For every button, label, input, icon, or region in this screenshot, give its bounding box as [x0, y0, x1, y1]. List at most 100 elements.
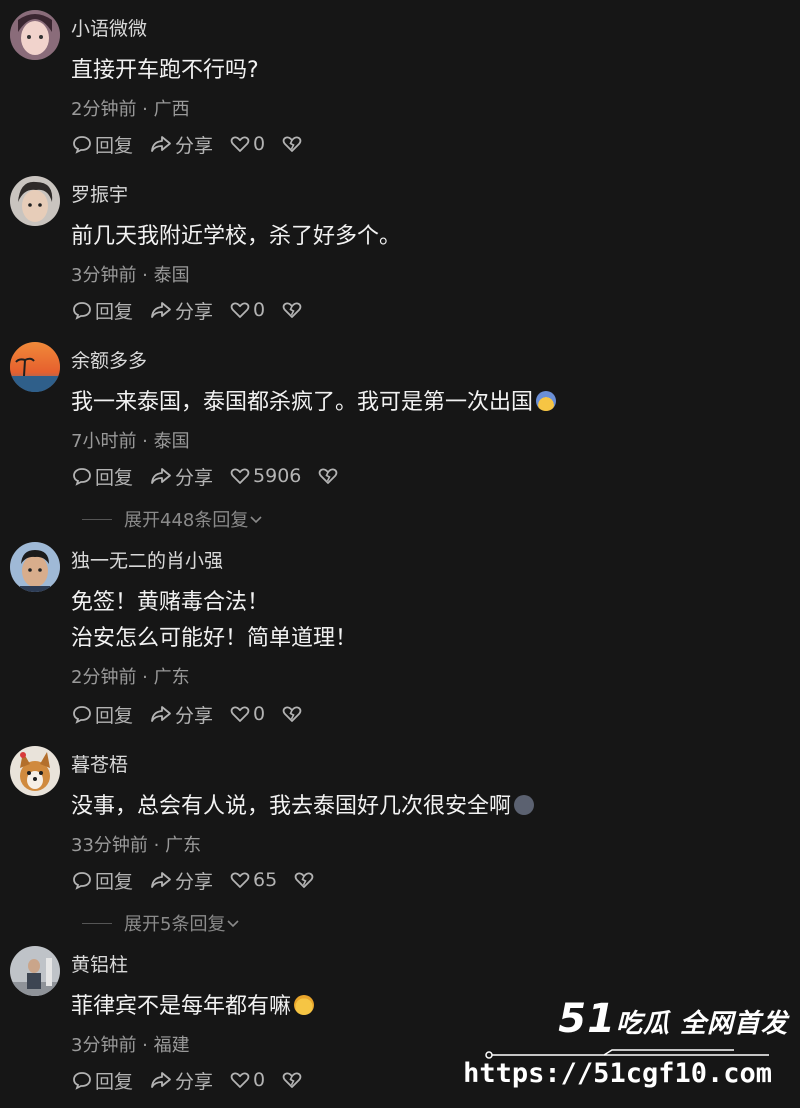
share-arrow-icon: [151, 468, 171, 484]
dislike-button[interactable]: [281, 703, 305, 725]
avatar[interactable]: [10, 10, 60, 60]
share-button[interactable]: 分享: [149, 867, 213, 894]
share-label: 分享: [175, 704, 214, 727]
divider: [82, 518, 112, 520]
comment-text: 菲律宾不是每年都有嘛: [71, 988, 315, 1020]
dislike-button[interactable]: [281, 299, 305, 321]
reply-label: 回复: [95, 1070, 134, 1093]
like-button[interactable]: 0: [229, 299, 265, 321]
share-arrow-icon: [151, 302, 171, 318]
comment-text: 我一来泰国，泰国都杀疯了。我可是第一次出国: [71, 384, 557, 416]
reply-label: 回复: [95, 870, 134, 893]
comment-text-body: 没事，总会有人说，我去泰国好几次很安全啊: [71, 794, 512, 819]
scared-face-emoji-icon: [536, 391, 557, 411]
reply-button[interactable]: 回复: [71, 701, 133, 728]
reply-button[interactable]: 回复: [71, 1067, 133, 1094]
avatar[interactable]: [10, 542, 60, 592]
comment-meta: 33分钟前 · 广东: [71, 835, 202, 856]
expand-replies-label: 展开448条回复: [124, 510, 249, 531]
comment-meta: 2分钟前 · 广东: [71, 667, 190, 688]
like-button[interactable]: 0: [229, 133, 265, 155]
like-count: 65: [253, 869, 278, 891]
watermark-brand-number: 51: [558, 996, 616, 1042]
watermark: 51吃瓜 全网首发 https://51cgf10.com: [463, 996, 792, 1101]
comment-bubble-icon: [73, 136, 91, 154]
share-arrow-icon: [151, 1072, 171, 1088]
heart-icon: [230, 302, 250, 318]
avatar[interactable]: [10, 176, 60, 226]
heart-icon: [230, 706, 250, 722]
like-button[interactable]: 65: [229, 869, 277, 891]
share-button[interactable]: 分享: [149, 131, 213, 158]
like-count: 0: [253, 299, 266, 321]
share-button[interactable]: 分享: [149, 297, 213, 324]
crying-laughing-emoji-icon: [294, 995, 315, 1015]
comment-actions: 回复 分享 65: [71, 867, 333, 894]
expand-replies-button[interactable]: 展开448条回复: [82, 506, 264, 532]
username[interactable]: 独一无二的肖小强: [71, 546, 223, 573]
share-label: 分享: [175, 134, 214, 157]
dislike-button[interactable]: [317, 465, 341, 487]
chevron-down-icon: [227, 920, 240, 928]
dislike-button[interactable]: [281, 133, 305, 155]
heart-icon: [230, 468, 250, 484]
chevron-down-icon: [250, 516, 262, 524]
comment-text: 直接开车跑不行吗?: [71, 58, 259, 83]
like-count: 0: [253, 133, 266, 155]
comment-actions: 回复 分享 0: [71, 297, 321, 324]
reply-button[interactable]: 回复: [71, 131, 133, 158]
like-count: 0: [253, 703, 266, 725]
share-label: 分享: [175, 300, 214, 323]
broken-heart-icon: [282, 136, 302, 152]
reply-button[interactable]: 回复: [71, 463, 133, 490]
comment-text-body: 我一来泰国，泰国都杀疯了。我可是第一次出国: [71, 390, 534, 415]
divider: [82, 922, 112, 924]
share-label: 分享: [175, 1070, 214, 1093]
dislike-button[interactable]: [281, 1069, 305, 1091]
comment-meta: 3分钟前 · 泰国: [71, 265, 190, 286]
like-button[interactable]: 0: [229, 703, 265, 725]
share-arrow-icon: [151, 706, 171, 722]
dislike-button[interactable]: [293, 869, 317, 891]
comment-meta: 3分钟前 · 福建: [71, 1035, 190, 1056]
comment-bubble-icon: [73, 872, 91, 890]
reply-button[interactable]: 回复: [71, 867, 133, 894]
comment-actions: 回复 分享 0: [71, 1067, 321, 1094]
username[interactable]: 罗振宇: [71, 180, 128, 207]
share-arrow-icon: [151, 136, 171, 152]
avatar[interactable]: [10, 342, 60, 392]
reply-label: 回复: [95, 466, 134, 489]
share-button[interactable]: 分享: [149, 1067, 213, 1094]
avatar[interactable]: [10, 946, 60, 996]
username[interactable]: 黄铝柱: [71, 950, 128, 977]
comment-text: 前几天我附近学校，杀了好多个。: [71, 224, 402, 249]
watermark-brand-text: 吃瓜 全网首发: [615, 1009, 788, 1039]
share-label: 分享: [175, 466, 214, 489]
like-button[interactable]: 0: [229, 1069, 265, 1091]
comment-text: 没事，总会有人说，我去泰国好几次很安全啊: [71, 788, 535, 820]
comment-bubble-icon: [73, 1072, 91, 1090]
watermark-url: https://51cgf10.com: [463, 1058, 772, 1089]
avatar[interactable]: [10, 746, 60, 796]
username[interactable]: 小语微微: [71, 14, 147, 41]
heart-icon: [230, 1072, 250, 1088]
share-button[interactable]: 分享: [149, 463, 213, 490]
reply-label: 回复: [95, 134, 134, 157]
reply-label: 回复: [95, 704, 134, 727]
comment-actions: 回复 分享 5906: [71, 463, 357, 490]
like-button[interactable]: 5906: [229, 465, 301, 487]
comment-meta: 2分钟前 · 广西: [71, 99, 190, 120]
like-count: 5906: [253, 465, 302, 487]
broken-heart-icon: [282, 1072, 302, 1088]
share-button[interactable]: 分享: [149, 701, 213, 728]
broken-heart-icon: [282, 302, 302, 318]
expand-replies-button[interactable]: 展开5条回复: [82, 910, 241, 936]
reply-button[interactable]: 回复: [71, 297, 133, 324]
broken-heart-icon: [294, 872, 314, 888]
username[interactable]: 余额多多: [71, 346, 147, 373]
broken-heart-icon: [282, 706, 302, 722]
comment-text: 免签！黄赌毒合法！: [71, 590, 270, 615]
username[interactable]: 暮苍梧: [71, 750, 128, 777]
reply-label: 回复: [95, 300, 134, 323]
share-arrow-icon: [151, 872, 171, 888]
